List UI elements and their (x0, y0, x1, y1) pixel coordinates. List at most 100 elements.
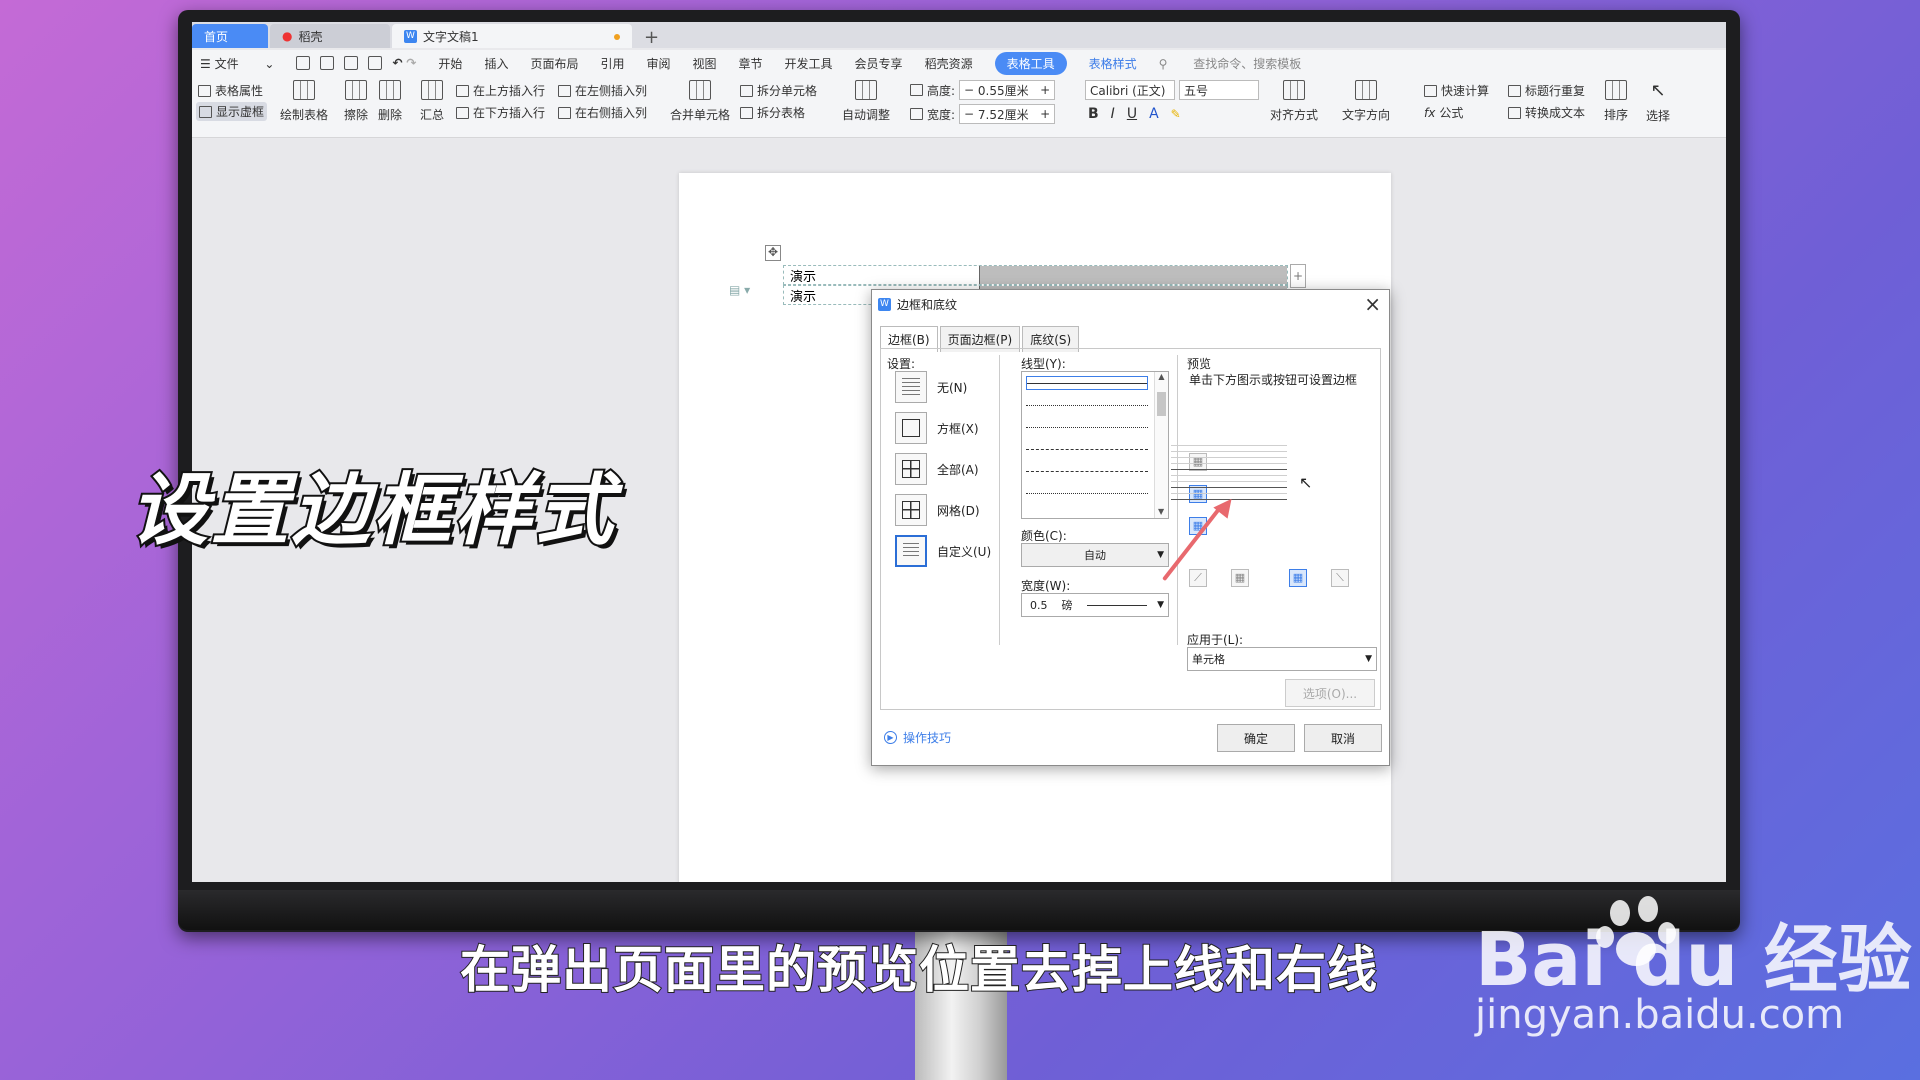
setting-all[interactable]: 全部(A) (895, 453, 979, 485)
save-icon[interactable] (296, 56, 311, 71)
formula-button[interactable]: fx 公式 (1424, 104, 1463, 121)
tab-document[interactable]: W 文字文稿1 (392, 24, 632, 48)
line-style-fine-dotted[interactable] (1026, 420, 1148, 434)
scroll-down-icon[interactable]: ▼ (1158, 507, 1164, 516)
height-input[interactable]: − 0.55厘米 + (959, 80, 1056, 100)
menu-item[interactable]: 插入 (484, 55, 508, 72)
split-table-button[interactable]: 拆分表格 (740, 104, 805, 121)
delete-button[interactable]: 删除 (378, 80, 402, 123)
italic-icon[interactable]: I (1111, 106, 1115, 122)
line-style-dash-dot[interactable] (1026, 464, 1148, 478)
menu-table-tool[interactable]: 表格工具 (994, 51, 1067, 75)
sort-button[interactable]: 排序 (1604, 80, 1628, 123)
height-icon (910, 84, 923, 96)
setting-custom-label: 自定义(U) (937, 544, 992, 559)
to-text-button[interactable]: 转换成文本 (1508, 104, 1585, 121)
line-style-scrollbar[interactable]: ▲ ▼ (1154, 372, 1168, 518)
tab-home[interactable]: 首页 (192, 24, 268, 48)
quick-calc-button[interactable]: 快速计算 (1424, 82, 1489, 99)
diagonal-up-icon[interactable]: ⟋ (1189, 569, 1207, 587)
tips-link[interactable]: ▶ 操作技巧 (884, 729, 951, 746)
menu-table-style[interactable]: 表格样式 (1089, 55, 1137, 72)
menu-item[interactable]: 引用 (600, 55, 624, 72)
menu-item[interactable]: 开始 (438, 55, 462, 72)
new-tab-button[interactable]: + (634, 27, 669, 48)
color-select[interactable]: 自动 ▼ (1021, 543, 1169, 567)
line-style-solid[interactable] (1026, 376, 1148, 390)
add-column-icon[interactable]: + (1290, 264, 1306, 288)
underline-icon[interactable]: U (1127, 106, 1137, 122)
split-table-icon (740, 106, 753, 119)
align-icon (1283, 80, 1305, 100)
chevron-down-icon: ▼ (1157, 550, 1164, 560)
scroll-thumb[interactable] (1157, 392, 1166, 416)
table-properties-button[interactable]: 表格属性 (198, 82, 263, 99)
menu-item[interactable]: 章节 (739, 55, 763, 72)
split-cell-button[interactable]: 拆分单元格 (740, 82, 817, 99)
table-props-icon (198, 84, 211, 97)
select-label: 选择 (1646, 109, 1671, 123)
tab-daoke[interactable]: ● 稻壳 (270, 24, 390, 48)
draw-table-button[interactable]: 绘制表格 (280, 80, 328, 123)
insert-right-button[interactable]: 在右侧插入列 (558, 104, 647, 121)
bold-icon[interactable]: B (1088, 106, 1099, 122)
line-style-dotted[interactable] (1026, 398, 1148, 412)
eraser-icon (345, 80, 367, 100)
text-direction-button[interactable]: 文字方向 (1342, 80, 1390, 123)
left-border-icon[interactable]: ▦ (1231, 569, 1249, 587)
auto-fit-button[interactable]: 自动调整 (842, 80, 890, 123)
setting-custom[interactable]: 自定义(U) (895, 535, 991, 567)
sort-label: 排序 (1604, 108, 1629, 122)
redo-icon[interactable]: ↷ (406, 56, 416, 70)
setting-none[interactable]: 无(N) (895, 371, 967, 403)
export-icon[interactable] (320, 56, 335, 71)
align-button[interactable]: 对齐方式 (1270, 80, 1318, 123)
summary-button[interactable]: 汇总 (420, 80, 444, 123)
menu-item[interactable]: 页面布局 (530, 55, 578, 72)
menu-item[interactable]: 会员专享 (855, 55, 903, 72)
inner-vertical-icon[interactable]: ▦ (1289, 569, 1307, 587)
ok-button[interactable]: 确定 (1217, 724, 1295, 752)
daoke-icon: ● (282, 29, 293, 43)
highlight-icon[interactable]: ✎ (1171, 107, 1181, 121)
diagonal-down-icon[interactable]: ⟍ (1331, 569, 1349, 587)
close-icon[interactable]: × (1364, 292, 1381, 316)
cancel-button[interactable]: 取消 (1304, 724, 1382, 752)
apply-to-select[interactable]: 单元格 ▼ (1187, 647, 1377, 671)
font-color-icon[interactable]: A (1149, 106, 1159, 122)
command-search[interactable]: ⚲ 查找命令、搜索模板 (1159, 55, 1324, 72)
menu-file[interactable]: ☰ 文件 ⌄ (200, 55, 274, 72)
line-style-dash-dot-dot[interactable] (1026, 486, 1148, 500)
menu-item[interactable]: 审阅 (646, 55, 670, 72)
setting-box-label: 方框(X) (937, 421, 979, 436)
insert-left-button[interactable]: 在左侧插入列 (558, 82, 647, 99)
table-move-handle[interactable]: ✥ (765, 245, 781, 261)
font-size-select[interactable]: 五号 (1179, 80, 1259, 100)
width-select[interactable]: 0.5 磅 ▼ (1021, 593, 1169, 617)
insert-above-button[interactable]: 在上方插入行 (456, 82, 545, 99)
erase-button[interactable]: 擦除 (344, 80, 368, 123)
insert-below-button[interactable]: 在下方插入行 (456, 104, 545, 121)
title-repeat-button[interactable]: 标题行重复 (1508, 82, 1585, 99)
menu-item[interactable]: 稻壳资源 (925, 55, 973, 72)
show-grid-button[interactable]: 显示虚框 (196, 102, 268, 121)
apply-to-value: 单元格 (1192, 653, 1225, 666)
options-button[interactable]: 选项(O)... (1285, 679, 1375, 707)
preview-icon[interactable] (368, 56, 383, 71)
menu-item[interactable]: 开发工具 (785, 55, 833, 72)
auto-fit-label: 自动调整 (842, 108, 891, 122)
font-select[interactable]: Calibri (正文) (1085, 80, 1175, 100)
undo-icon[interactable]: ↶ (392, 56, 402, 70)
menu-item[interactable]: 视图 (693, 55, 717, 72)
line-style-dashed[interactable] (1026, 442, 1148, 456)
setting-grid[interactable]: 网格(D) (895, 494, 980, 526)
paragraph-icon[interactable]: ▤ ▾ (729, 283, 750, 297)
select-button[interactable]: ↖ 选择 (1646, 80, 1670, 124)
table-row[interactable]: 演示 (783, 265, 1288, 285)
print-icon[interactable] (344, 56, 359, 71)
merge-cells-button[interactable]: 合并单元格 (670, 80, 730, 123)
width-input[interactable]: − 7.52厘米 + (959, 104, 1056, 124)
setting-box[interactable]: 方框(X) (895, 412, 979, 444)
box-border-icon (895, 412, 927, 444)
line-style-list[interactable]: ▲ ▼ (1021, 371, 1169, 519)
